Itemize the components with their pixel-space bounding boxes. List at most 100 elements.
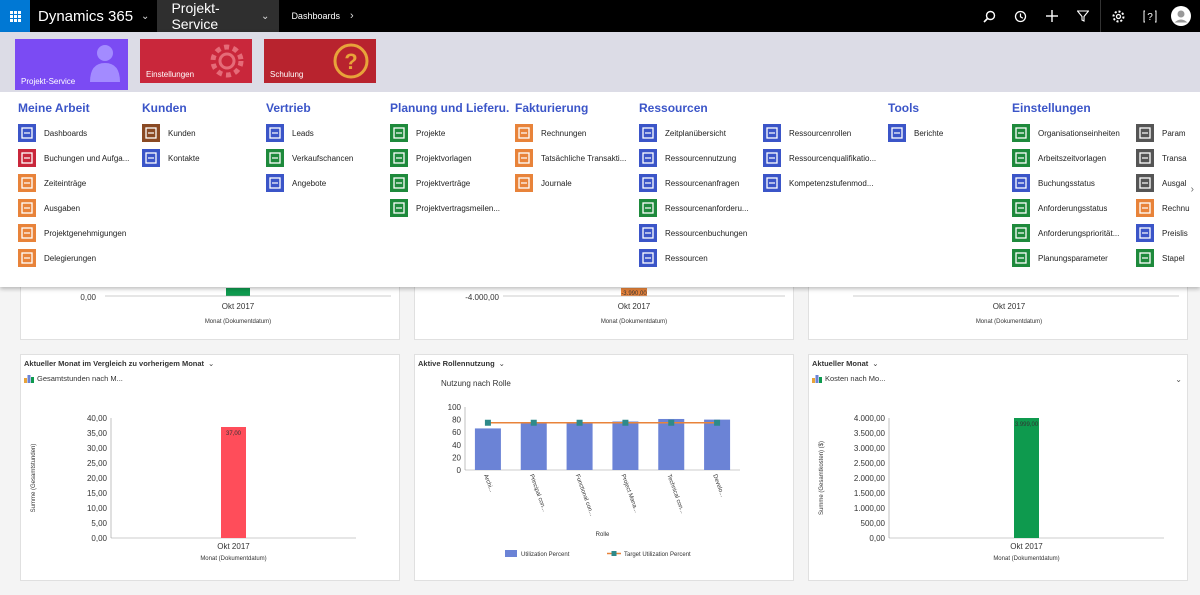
entity-icon bbox=[515, 174, 533, 192]
nav-item-label: Anforderungspriorität... bbox=[1038, 228, 1120, 238]
legend-swatch bbox=[505, 550, 517, 557]
nav-item[interactable]: Projektvertragsmeilen... bbox=[390, 199, 508, 217]
y-tick-label: 60 bbox=[452, 428, 461, 437]
nav-item[interactable]: Buchungen und Aufga... bbox=[18, 149, 136, 167]
entity-icon bbox=[639, 174, 657, 192]
nav-item-label: Tatsächliche Transakti... bbox=[541, 153, 627, 163]
area-tile-strip: Projekt-Service Einstellungen ? Schulung bbox=[0, 32, 1200, 92]
entity-icon bbox=[1136, 124, 1154, 142]
nav-item[interactable]: Ressourcenbuchungen bbox=[639, 224, 757, 242]
nav-item[interactable]: Leads bbox=[266, 124, 384, 142]
nav-item[interactable]: Transa bbox=[1136, 149, 1200, 167]
svg-text:?: ? bbox=[1147, 12, 1153, 23]
area-title-einstellungen: Einstellungen bbox=[1012, 101, 1091, 115]
nav-item[interactable]: Ausgaben bbox=[18, 199, 136, 217]
nav-item[interactable]: Zeitplanübersicht bbox=[639, 124, 757, 142]
nav-item[interactable]: Ressourcen bbox=[639, 249, 757, 267]
entity-icon bbox=[390, 199, 408, 217]
nav-item[interactable]: Dashboards bbox=[18, 124, 136, 142]
nav-item[interactable]: Ressourcenanforderu... bbox=[639, 199, 757, 217]
nav-item-label: Kompetenzstufenmod... bbox=[789, 178, 874, 188]
entity-icon bbox=[515, 149, 533, 167]
x-tick-label: Principal con... bbox=[528, 474, 547, 513]
tile-schulung[interactable]: ? Schulung bbox=[264, 39, 376, 83]
tile-projekt-service[interactable]: Projekt-Service bbox=[15, 39, 128, 90]
nav-item[interactable]: Projektverträge bbox=[390, 174, 508, 192]
area-title-vertrieb: Vertrieb bbox=[266, 101, 311, 115]
gear-icon[interactable] bbox=[1103, 0, 1134, 32]
nav-item[interactable]: Rechnungen bbox=[515, 124, 633, 142]
nav-item[interactable]: Organisationseinheiten bbox=[1012, 124, 1130, 142]
chevron-down-icon: ⌄ bbox=[261, 10, 270, 22]
nav-item[interactable]: Rechnu bbox=[1136, 199, 1200, 217]
nav-item[interactable]: Stapel bbox=[1136, 249, 1200, 267]
y-tick-label: 0,00 bbox=[869, 534, 885, 543]
nav-item[interactable]: Ressourcenrollen bbox=[763, 124, 881, 142]
legend-label: Target Utilization Percent bbox=[624, 552, 691, 558]
entity-icon bbox=[1012, 124, 1030, 142]
nav-item[interactable]: Anforderungsstatus bbox=[1012, 199, 1130, 217]
target-marker bbox=[576, 419, 583, 426]
nav-item[interactable]: Arbeitszeitvorlagen bbox=[1012, 149, 1130, 167]
chart-gesamtstunden: 0,00 5,00 10,00 15,00 20,00 25,00 30,00 35,00 40… bbox=[31, 414, 356, 562]
nav-item[interactable]: Angebote bbox=[266, 174, 384, 192]
nav-item[interactable]: Tatsächliche Transakti... bbox=[515, 149, 633, 167]
module-switcher[interactable]: Projekt-Service ⌄ bbox=[157, 0, 280, 32]
search-icon[interactable] bbox=[974, 0, 1005, 32]
x-tick-label: Okt 2017 bbox=[217, 542, 250, 551]
chart-bar bbox=[221, 427, 246, 538]
nav-item[interactable]: Projekte bbox=[390, 124, 508, 142]
app-switcher[interactable]: Dynamics 365 ⌄ bbox=[30, 0, 157, 32]
nav-item-label: Projektgenehmigungen bbox=[44, 228, 127, 238]
help-icon[interactable]: ? bbox=[1134, 0, 1165, 32]
nav-item[interactable]: Projektvorlagen bbox=[390, 149, 508, 167]
user-avatar-icon[interactable] bbox=[1165, 0, 1196, 32]
nav-item[interactable]: Zeiteinträge bbox=[18, 174, 136, 192]
nav-item[interactable]: Kunden bbox=[142, 124, 260, 142]
chevron-down-icon: ⌄ bbox=[141, 10, 150, 22]
filter-icon[interactable] bbox=[1067, 0, 1098, 32]
chart-kosten: 0,00 500,00 1.000,00 1.500,00 2.000,00 2.500,… bbox=[819, 414, 1164, 562]
y-tick-label: 40 bbox=[452, 441, 461, 450]
nav-item[interactable]: Param bbox=[1136, 124, 1200, 142]
nav-item[interactable]: Delegierungen bbox=[18, 249, 136, 267]
nav-item[interactable]: Berichte bbox=[888, 124, 1006, 142]
nav-item-label: Zeitplanübersicht bbox=[665, 128, 726, 138]
y-tick-label: -4.000,00 bbox=[465, 293, 499, 302]
app-launcher-icon[interactable] bbox=[0, 0, 30, 32]
bar-value-label: 3.999,00 bbox=[1015, 422, 1039, 428]
nav-item[interactable]: Kompetenzstufenmod... bbox=[763, 174, 881, 192]
history-icon[interactable] bbox=[1005, 0, 1036, 32]
entity-icon bbox=[266, 149, 284, 167]
chart-bar bbox=[520, 422, 547, 470]
nav-item[interactable]: Journale bbox=[515, 174, 633, 192]
chevron-right-icon[interactable]: › bbox=[1191, 184, 1194, 195]
nav-item[interactable]: Ressourcennutzung bbox=[639, 149, 757, 167]
entity-icon bbox=[266, 174, 284, 192]
top-navigation-bar: Dynamics 365 ⌄ Projekt-Service ⌄ Dashboard… bbox=[0, 0, 1200, 32]
plus-icon[interactable] bbox=[1036, 0, 1067, 32]
y-tick-label: 2.000,00 bbox=[854, 474, 886, 483]
nav-item[interactable]: Kontakte bbox=[142, 149, 260, 167]
nav-item-label: Arbeitszeitvorlagen bbox=[1038, 153, 1107, 163]
x-tick-label: Okt 2017 bbox=[993, 302, 1026, 311]
y-tick-label: 2.500,00 bbox=[854, 459, 886, 468]
nav-item[interactable]: Verkaufschancen bbox=[266, 149, 384, 167]
x-axis-label: Monat (Dokumentdatum) bbox=[976, 319, 1042, 325]
nav-item[interactable]: Buchungsstatus bbox=[1012, 174, 1130, 192]
nav-item[interactable]: Preislis bbox=[1136, 224, 1200, 242]
nav-item-label: Leads bbox=[292, 128, 314, 138]
nav-item-label: Projekte bbox=[416, 128, 446, 138]
tile-einstellungen[interactable]: Einstellungen bbox=[140, 39, 252, 83]
y-tick-label: 5,00 bbox=[91, 519, 107, 528]
chart-bar bbox=[658, 418, 685, 470]
breadcrumb[interactable]: Dashboards › bbox=[279, 0, 353, 32]
nav-item[interactable]: Ressourcenanfragen bbox=[639, 174, 757, 192]
nav-item[interactable]: Planungsparameter bbox=[1012, 249, 1130, 267]
entity-icon bbox=[1012, 149, 1030, 167]
x-axis-label: Monat (Dokumentdatum) bbox=[200, 556, 266, 562]
nav-item[interactable]: Projektgenehmigungen bbox=[18, 224, 136, 242]
nav-item[interactable]: Ressourcenqualifikatio... bbox=[763, 149, 881, 167]
nav-item-label: Ressourcennutzung bbox=[665, 153, 737, 163]
nav-item[interactable]: Anforderungspriorität... bbox=[1012, 224, 1130, 242]
